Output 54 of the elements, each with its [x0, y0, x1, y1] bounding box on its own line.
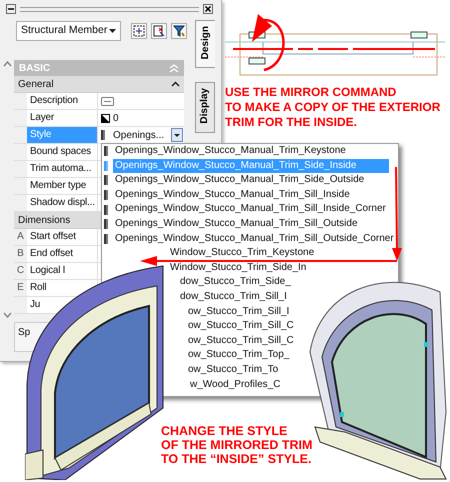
list-item[interactable]: Openings_Window_Stucco_Manual_Trim_Keystone	[102, 144, 348, 159]
section-title: General	[18, 78, 54, 92]
close-icon[interactable]	[203, 4, 213, 14]
toolbar-button[interactable]	[131, 23, 147, 39]
style-icon	[104, 204, 108, 215]
list-item[interactable]: dow_Stucco_Trim_Side_	[178, 275, 293, 290]
scroll-up-icon[interactable]	[3, 61, 12, 68]
style-icon	[104, 175, 108, 186]
list-item[interactable]: Openings_Window_Stucco_Manual_Trim_Side_Outside	[102, 173, 366, 188]
annotation-text: CHANGE THE STYLE OF THE MIRRORED TRIM TO THE “INSIDE” STYLE.	[161, 424, 312, 466]
layer-color-icon	[101, 114, 110, 122]
list-item[interactable]: ow_Stucco_Trim_Top_	[186, 348, 292, 363]
description-icon[interactable]	[101, 96, 114, 106]
style-icon	[104, 190, 108, 200]
style-icon	[104, 219, 108, 230]
caret-icon	[109, 29, 116, 33]
dimension-letter: B	[16, 247, 25, 261]
list-item[interactable]: dow_Stucco_Trim_Sill_I	[178, 290, 289, 305]
list-item[interactable]: Openings_Window_Stucco_Manual_Trim_Sill_Inside	[102, 188, 352, 202]
style-icon	[104, 160, 108, 171]
list-item[interactable]: Openings_Window_Stucco_Manual_Trim_Sill_Outside_Corner	[102, 232, 396, 246]
list-item[interactable]: w_Wood_Profiles_C	[188, 378, 282, 392]
list-item[interactable]: Window_Stucco_Trim_Side_In	[168, 260, 308, 276]
toolbar-button[interactable]	[171, 23, 187, 39]
list-item[interactable]: ow_Stucco_Trim_Sill_I	[186, 304, 292, 320]
list-item[interactable]: ow_Stucco_Trim_Sill_C	[186, 334, 296, 348]
style-icon	[104, 146, 108, 156]
section-header[interactable]: General	[14, 76, 184, 93]
collapse-icon[interactable]	[171, 81, 180, 87]
list-item[interactable]: ow_Stucco_Trim_To	[186, 362, 280, 378]
object-type-dropdown[interactable]: Structural Member	[16, 21, 121, 41]
palette-tab[interactable]: Design	[195, 20, 215, 68]
palette-tab[interactable]: Display	[195, 82, 215, 133]
dropdown-button[interactable]	[171, 128, 183, 142]
list-item[interactable]: ow_Stucco_Trim_Sill_C	[186, 319, 296, 334]
dimension-letter: C	[16, 264, 26, 278]
list-item[interactable]: Window_Stucco_Trim_Keystone	[168, 246, 316, 261]
dimension-letter: E	[16, 281, 25, 295]
quick-select-icon	[133, 25, 145, 37]
scroll-down-icon[interactable]	[3, 312, 12, 318]
toolbar-button[interactable]	[151, 23, 167, 39]
property-value: Openings...	[113, 128, 164, 142]
select-objects-icon	[153, 25, 165, 37]
annotation-text: USE THE MIRROR COMMAND TO MAKE A COPY OF THE EXTERIOR TRIM FOR THE INSIDE.	[225, 85, 440, 130]
dimension-letter: A	[16, 230, 25, 244]
property-label[interactable]: Shadow displ...	[27, 195, 97, 211]
filter-icon	[173, 25, 185, 37]
category-title: BASIC	[19, 62, 50, 76]
property-value: 0	[113, 112, 119, 126]
panel-label: Sp	[18, 327, 30, 338]
style-icon	[104, 234, 108, 244]
style-icon	[101, 130, 105, 140]
section-title: Dimensions	[18, 214, 70, 228]
collapse-icon[interactable]	[6, 4, 16, 14]
